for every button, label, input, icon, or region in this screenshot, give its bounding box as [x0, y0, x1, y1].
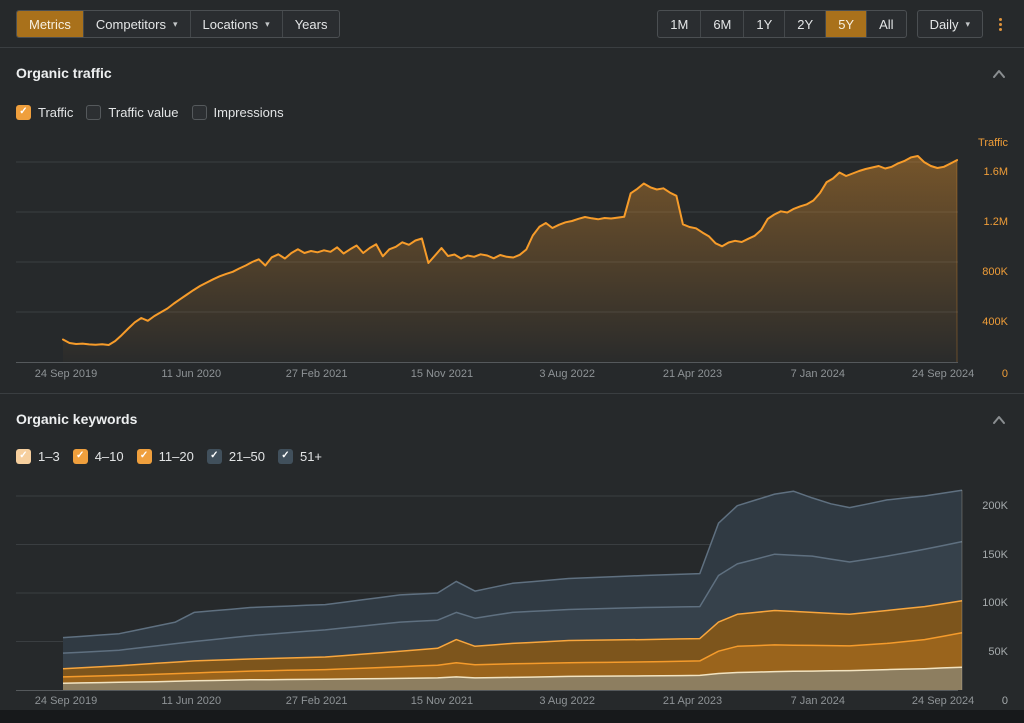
- range-button-label: 1M: [670, 17, 688, 32]
- granularity-label: Daily: [930, 17, 959, 32]
- tab-competitors[interactable]: Competitors ▾: [83, 11, 190, 37]
- tab-label: Competitors: [96, 17, 166, 32]
- checkbox-4-10[interactable]: ✓ 4–10: [73, 449, 124, 464]
- keywords-x-axis-tick: 21 Apr 2023: [663, 695, 722, 707]
- keywords-x-axis-tick: 24 Sep 2024: [912, 695, 974, 707]
- granularity-dropdown[interactable]: Daily ▾: [917, 10, 983, 38]
- checkbox-box-traffic-value[interactable]: [86, 105, 101, 120]
- checkbox-box-4-10[interactable]: ✓: [73, 449, 88, 464]
- checkbox-traffic[interactable]: ✓ Traffic: [16, 105, 73, 120]
- range-button-all[interactable]: All: [866, 11, 905, 37]
- checkbox-label: Traffic: [38, 105, 73, 120]
- chevron-down-icon: ▾: [965, 20, 970, 29]
- keywords-y-tick: 50K: [948, 646, 1008, 658]
- collapse-traffic-icon[interactable]: [990, 66, 1008, 82]
- checkbox-box-51plus[interactable]: ✓: [278, 449, 293, 464]
- range-button-2y[interactable]: 2Y: [784, 11, 825, 37]
- range-button-1y[interactable]: 1Y: [743, 11, 784, 37]
- date-range-group: 1M 6M 1Y 2Y 5Y All: [657, 10, 906, 38]
- organic-traffic-title: Organic traffic: [16, 65, 112, 81]
- keywords-x-axis-tick: 7 Jan 2024: [791, 695, 845, 707]
- keywords-y-tick: 200K: [948, 500, 1008, 512]
- traffic-y-tick: 1.6M: [948, 166, 1008, 178]
- tab-label: Metrics: [29, 17, 71, 32]
- keywords-x-axis-tick: 11 Jun 2020: [161, 695, 221, 707]
- tab-years[interactable]: Years: [282, 11, 340, 37]
- tab-metrics[interactable]: Metrics: [17, 11, 83, 37]
- checkbox-box-impressions[interactable]: [192, 105, 207, 120]
- traffic-axis-title: Traffic: [948, 137, 1008, 149]
- range-button-label: 5Y: [838, 17, 854, 32]
- traffic-x-axis-tick: 3 Aug 2022: [539, 368, 595, 380]
- chevron-down-icon: ▾: [265, 20, 270, 29]
- collapse-keywords-icon[interactable]: [990, 412, 1008, 428]
- chevron-down-icon: ▾: [173, 20, 178, 29]
- tab-label: Locations: [203, 17, 259, 32]
- tab-label: Years: [295, 17, 328, 32]
- keywords-checkbox-row: ✓ 1–3 ✓ 4–10 ✓ 11–20 ✓ 21–50 ✓ 51+: [16, 448, 322, 464]
- traffic-x-axis-tick: 11 Jun 2020: [161, 368, 221, 380]
- checkbox-21-50[interactable]: ✓ 21–50: [207, 449, 265, 464]
- bottom-strip: [0, 710, 1024, 723]
- range-button-label: 6M: [713, 17, 731, 32]
- metrics-tab-group: Metrics Competitors ▾ Locations ▾ Years: [16, 10, 340, 38]
- tab-locations[interactable]: Locations ▾: [190, 11, 282, 37]
- organic-keywords-title: Organic keywords: [16, 411, 137, 427]
- keywords-y-tick: 100K: [948, 597, 1008, 609]
- checkbox-label: 21–50: [229, 449, 265, 464]
- range-button-label: 2Y: [797, 17, 813, 32]
- checkbox-box-1-3[interactable]: ✓: [16, 449, 31, 464]
- checkbox-traffic-value[interactable]: Traffic value: [86, 105, 178, 120]
- keywords-x-axis-tick: 27 Feb 2021: [286, 695, 348, 707]
- toolbar: MetricsCompetitors▾Locations▾Years 1M6M1…: [16, 10, 1008, 38]
- keywords-x-axis-tick: 24 Sep 2019: [35, 695, 97, 707]
- traffic-x-axis-tick: 24 Sep 2024: [912, 368, 974, 380]
- range-button-6m[interactable]: 6M: [700, 11, 743, 37]
- checkbox-label: Traffic value: [108, 105, 178, 120]
- keywords-y-tick: 150K: [948, 549, 1008, 561]
- checkbox-impressions[interactable]: Impressions: [192, 105, 284, 120]
- checkbox-label: 1–3: [38, 449, 60, 464]
- traffic-y-tick: 400K: [948, 316, 1008, 328]
- checkbox-11-20[interactable]: ✓ 11–20: [137, 449, 194, 464]
- checkbox-box-11-20[interactable]: ✓: [137, 449, 152, 464]
- checkbox-box-traffic[interactable]: ✓: [16, 105, 31, 120]
- traffic-x-axis-tick: 15 Nov 2021: [411, 368, 473, 380]
- traffic-y-tick: 800K: [948, 266, 1008, 278]
- keywords-x-axis-tick: 15 Nov 2021: [411, 695, 473, 707]
- checkbox-1-3[interactable]: ✓ 1–3: [16, 449, 60, 464]
- toolbar-divider: [0, 47, 1024, 48]
- kebab-menu-button[interactable]: [993, 13, 1008, 36]
- organic-traffic-chart[interactable]: [0, 140, 1024, 365]
- traffic-x-axis-tick: 27 Feb 2021: [286, 368, 348, 380]
- checkbox-label: Impressions: [214, 105, 284, 120]
- keywords-zero-label: 0: [994, 695, 1008, 707]
- checkbox-label: 4–10: [95, 449, 124, 464]
- traffic-zero-label: 0: [994, 368, 1008, 380]
- organic-keywords-chart[interactable]: [0, 487, 1024, 691]
- range-button-label: 1Y: [756, 17, 772, 32]
- traffic-y-tick: 1.2M: [948, 216, 1008, 228]
- toolbar-right: 1M 6M 1Y 2Y 5Y All Daily ▾: [657, 10, 1008, 38]
- traffic-x-axis-tick: 24 Sep 2019: [35, 368, 97, 380]
- traffic-checkbox-row: ✓ Traffic Traffic value Impressions: [16, 104, 284, 120]
- app-root: MetricsCompetitors▾Locations▾Years 1M6M1…: [0, 0, 1024, 723]
- checkbox-label: 51+: [300, 449, 322, 464]
- range-button-1m[interactable]: 1M: [658, 11, 700, 37]
- traffic-x-axis-tick: 21 Apr 2023: [663, 368, 722, 380]
- section-divider: [0, 393, 1024, 394]
- checkbox-label: 11–20: [159, 449, 194, 464]
- range-button-5y[interactable]: 5Y: [825, 11, 866, 37]
- traffic-x-axis-tick: 7 Jan 2024: [791, 368, 845, 380]
- range-button-label: All: [879, 17, 893, 32]
- checkbox-51plus[interactable]: ✓ 51+: [278, 449, 322, 464]
- keywords-x-axis-tick: 3 Aug 2022: [539, 695, 595, 707]
- checkbox-box-21-50[interactable]: ✓: [207, 449, 222, 464]
